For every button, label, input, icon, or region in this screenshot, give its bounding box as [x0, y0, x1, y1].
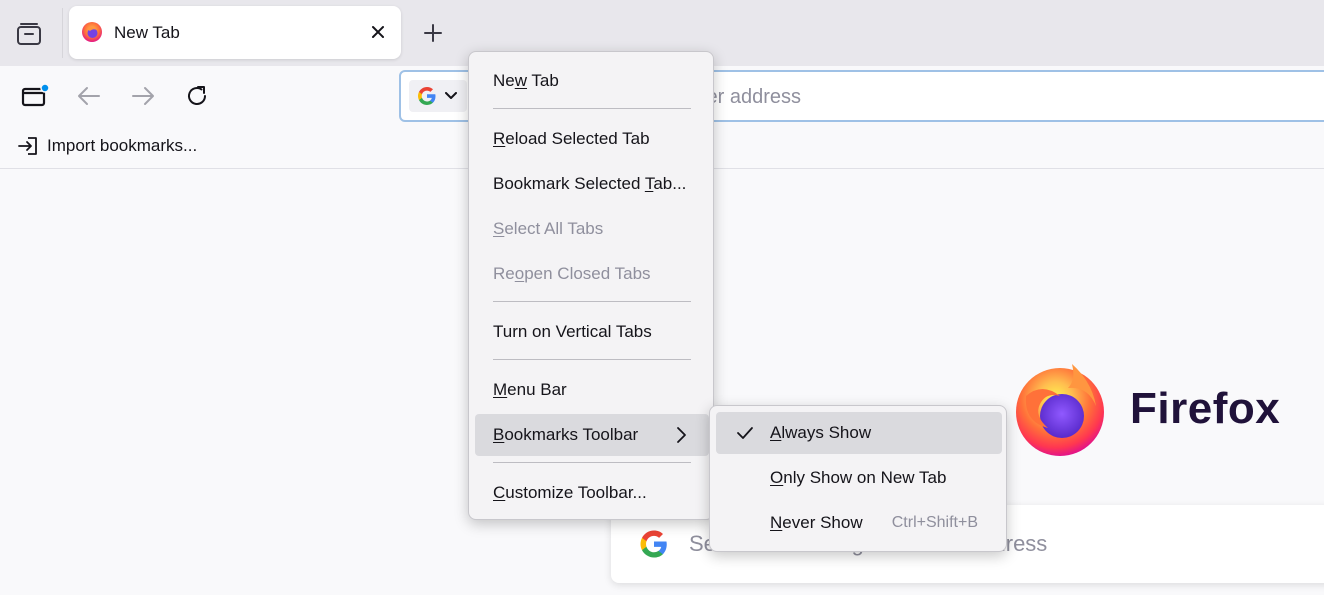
google-icon — [418, 87, 436, 105]
reload-button[interactable] — [181, 80, 213, 112]
back-arrow-icon — [78, 87, 100, 105]
forward-arrow-icon — [132, 87, 154, 105]
menu-item-menu-bar[interactable]: Menu Bar — [475, 369, 709, 411]
search-engine-selector[interactable] — [409, 80, 467, 112]
menu-item-label: Turn on Vertical Tabs — [493, 322, 652, 341]
menu-item-label: Select All Tabs — [493, 219, 604, 238]
menu-item-label: New Tab — [493, 71, 559, 90]
menu-item-turn-on-vertical-tabs[interactable]: Turn on Vertical Tabs — [475, 311, 709, 353]
google-icon — [640, 530, 667, 558]
tab-new-tab[interactable]: New Tab — [69, 6, 401, 59]
chevron-right-icon — [677, 427, 686, 443]
menu-separator — [493, 108, 691, 109]
reload-icon — [188, 86, 206, 105]
tab-manager-button[interactable] — [10, 15, 48, 53]
back-button[interactable] — [73, 80, 105, 112]
keyboard-shortcut: Ctrl+Shift+B — [891, 514, 978, 531]
menu-item-label: Bookmark Selected Tab... — [493, 174, 687, 193]
menu-item-reload-selected-tab[interactable]: Reload Selected Tab — [475, 118, 709, 160]
menu-item-label: Bookmarks Toolbar — [493, 425, 639, 444]
menu-item-label: Reopen Closed Tabs — [493, 264, 651, 283]
submenu-item-label: Never Show — [770, 513, 863, 532]
close-tab-button[interactable] — [365, 19, 391, 45]
menu-item-select-all-tabs: Select All Tabs — [475, 208, 709, 250]
submenu-item-always-show[interactable]: Always Show — [716, 412, 1002, 454]
menu-item-customize-toolbar[interactable]: Customize Toolbar... — [475, 472, 709, 514]
menu-item-new-tab[interactable]: New Tab — [475, 60, 709, 102]
submenu-item-label: Always Show — [770, 423, 872, 442]
firefox-logo-icon — [1016, 364, 1104, 456]
firefox-wordmark: Firefox — [1130, 384, 1281, 433]
tab-strip-divider — [62, 8, 63, 58]
menu-item-bookmark-selected-tab[interactable]: Bookmark Selected Tab... — [475, 163, 709, 205]
menu-item-label: Reload Selected Tab — [493, 129, 650, 148]
submenu-item-only-show-on-new-tab[interactable]: Only Show on New Tab — [716, 457, 1002, 499]
sidebar-button[interactable] — [19, 80, 51, 112]
tab-context-menu: New Tab Reload Selected Tab Bookmark Sel… — [468, 51, 714, 520]
plus-icon — [424, 24, 442, 42]
address-bar-placeholder: ter address — [701, 86, 802, 108]
import-icon — [18, 137, 37, 155]
menu-separator — [493, 462, 691, 463]
menu-item-bookmarks-toolbar[interactable]: Bookmarks Toolbar — [475, 414, 709, 456]
menu-item-label: Menu Bar — [493, 380, 567, 399]
firefox-favicon-icon — [82, 22, 102, 42]
new-tab-button[interactable] — [417, 17, 449, 49]
checkmark-icon — [737, 427, 753, 439]
close-icon — [372, 26, 384, 38]
tab-manager-icon — [17, 23, 41, 45]
menu-item-reopen-closed-tabs: Reopen Closed Tabs — [475, 253, 709, 295]
menu-separator — [493, 301, 691, 302]
chevron-down-icon — [445, 92, 457, 99]
sidebar-icon — [21, 83, 50, 107]
submenu-item-never-show[interactable]: Never Show Ctrl+Shift+B — [716, 502, 1002, 544]
menu-separator — [493, 359, 691, 360]
bookmarks-toolbar-submenu: Always Show Only Show on New Tab Never S… — [709, 405, 1007, 552]
menu-item-label: Customize Toolbar... — [493, 483, 647, 502]
tab-title: New Tab — [114, 23, 180, 42]
forward-button[interactable] — [127, 80, 159, 112]
submenu-item-label: Only Show on New Tab — [770, 468, 947, 487]
import-bookmarks-label: Import bookmarks... — [47, 136, 198, 155]
import-bookmarks-button[interactable]: Import bookmarks... — [17, 136, 197, 156]
